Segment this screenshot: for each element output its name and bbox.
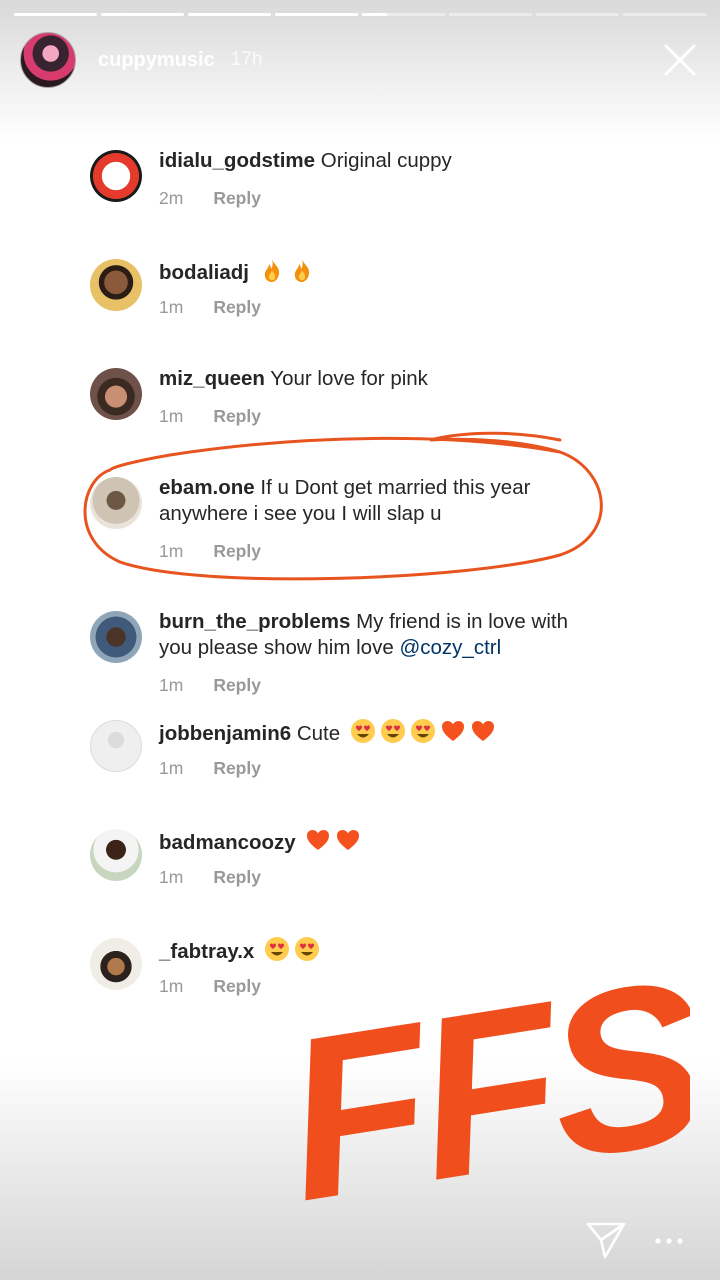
ffs-text: FFS [290,935,690,1225]
more-icon[interactable] [654,1234,684,1248]
ffs-sticker: FFS [290,935,690,1225]
send-icon[interactable] [585,1220,627,1260]
